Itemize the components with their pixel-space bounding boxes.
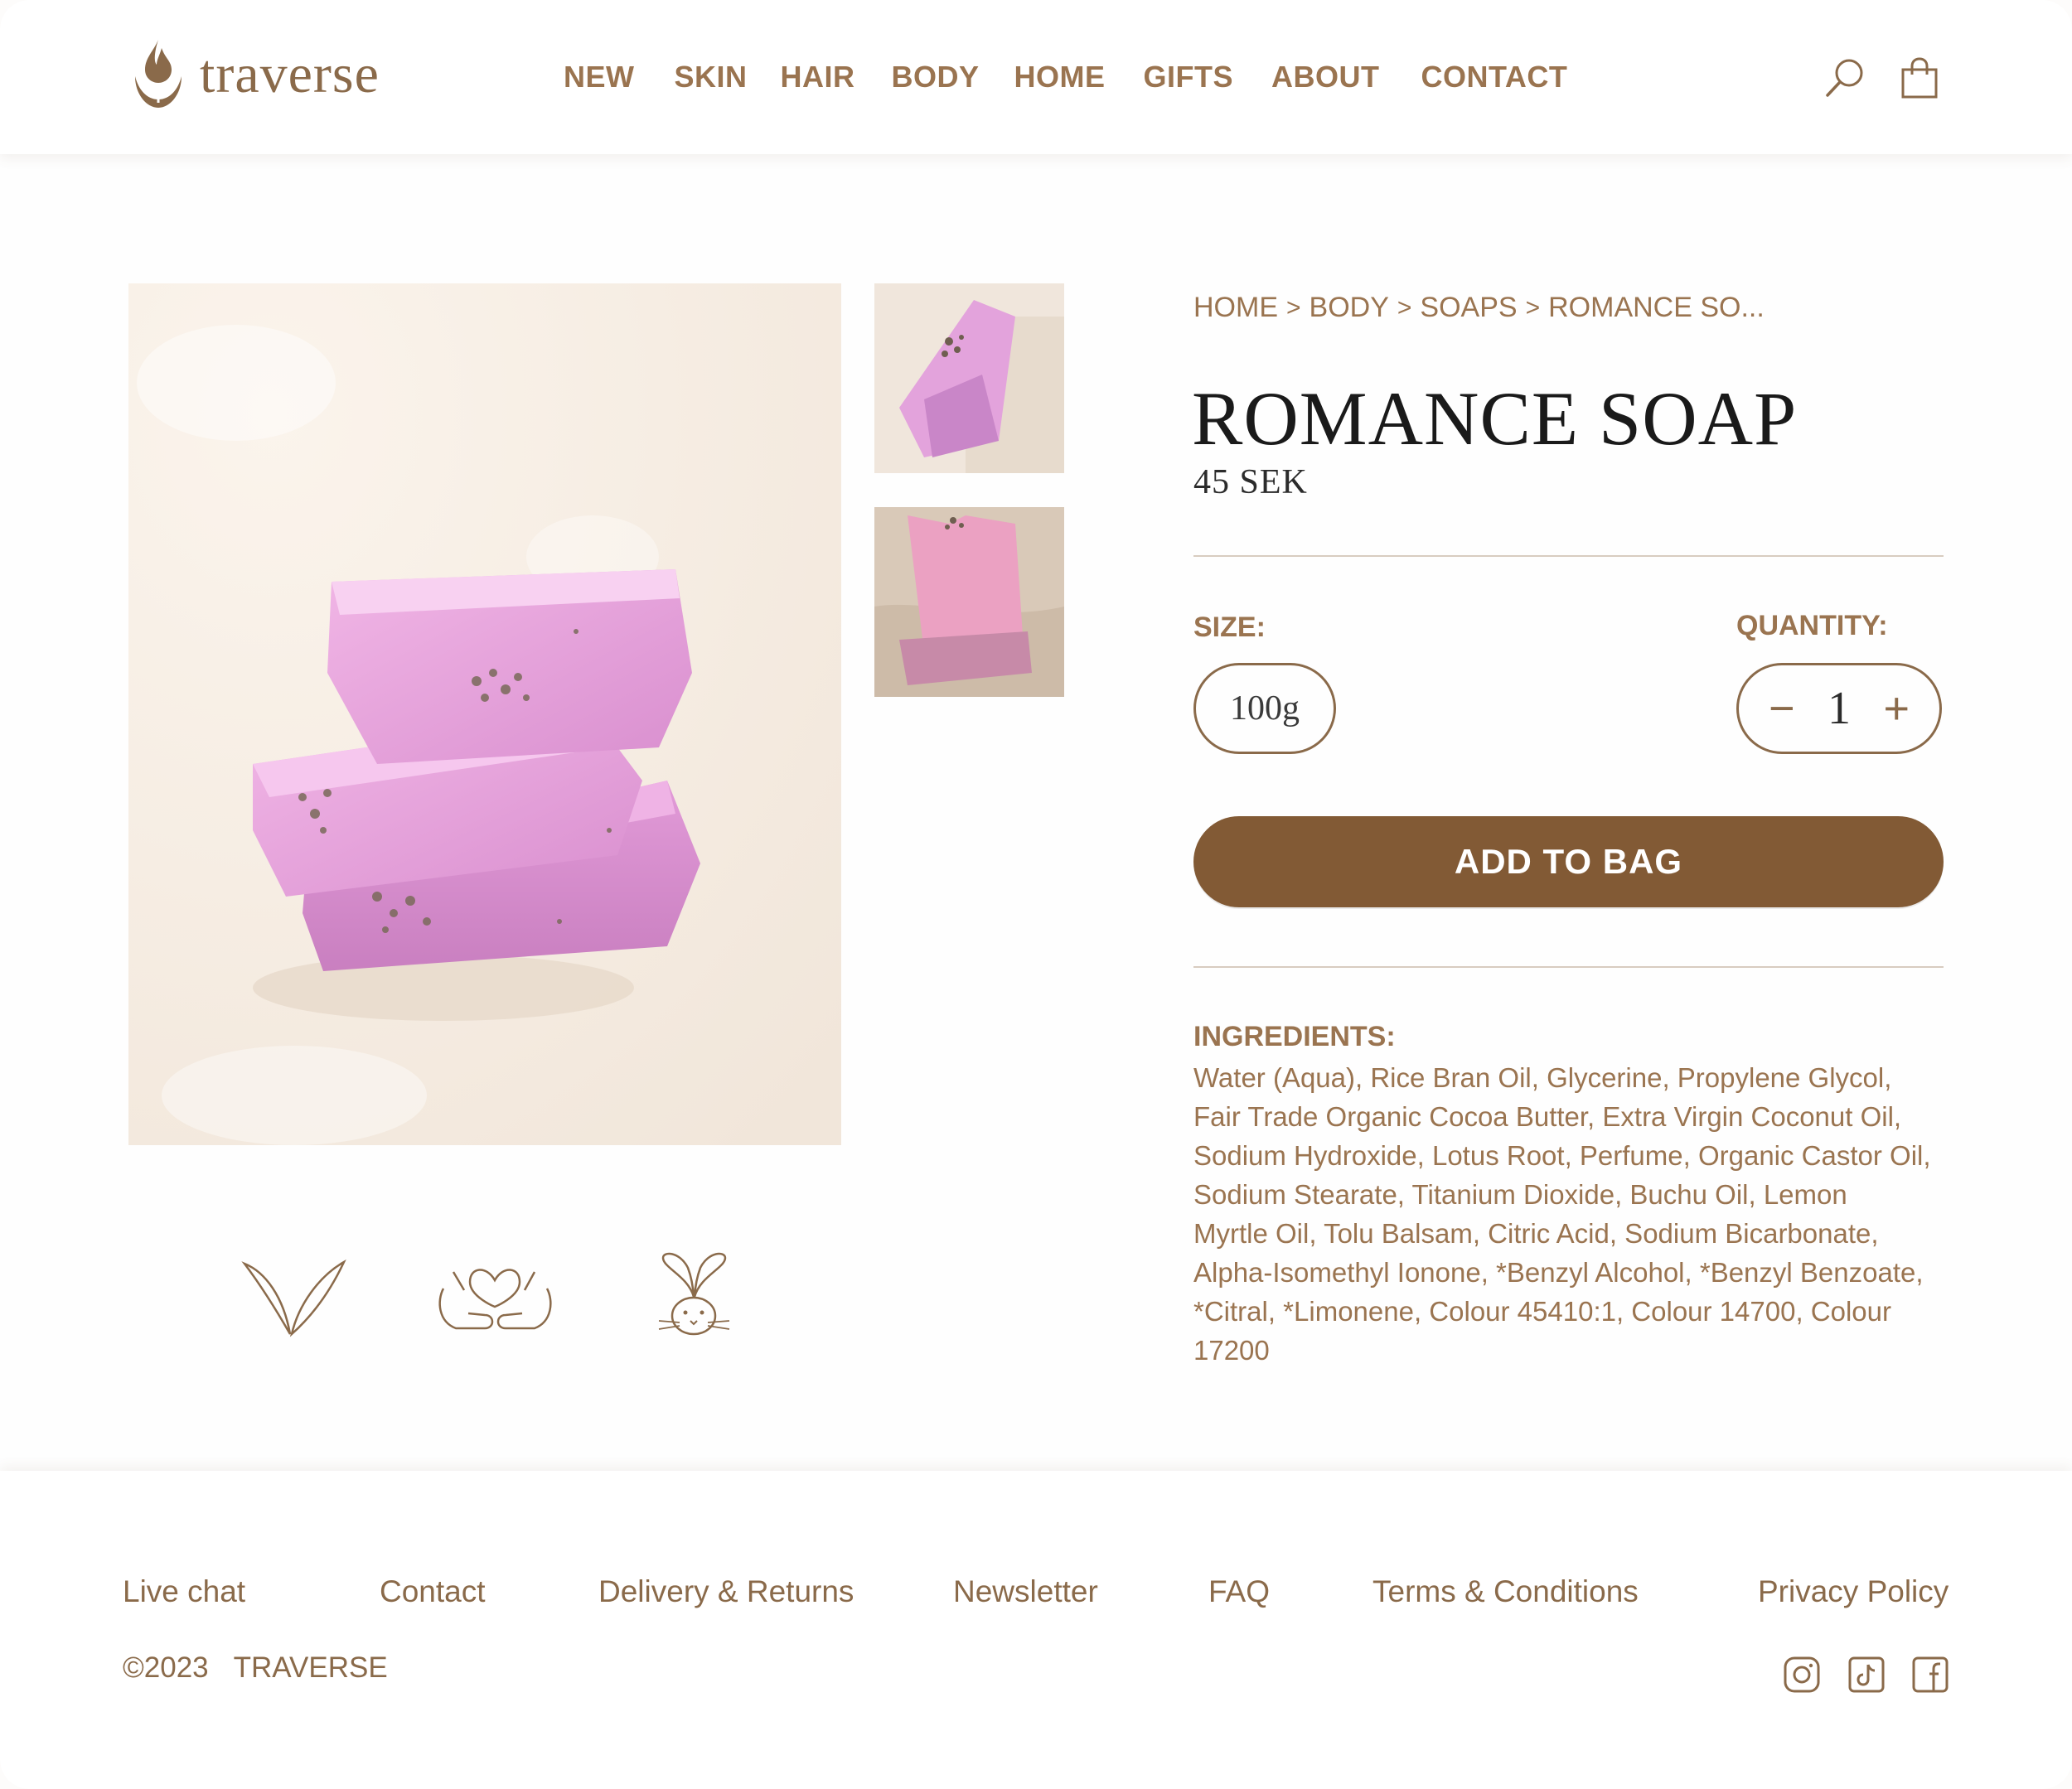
breadcrumb-home[interactable]: HOME: [1193, 292, 1278, 324]
divider: [1193, 555, 1944, 557]
copyright: ©2023 TRAVERSE: [123, 1651, 413, 1685]
ingredients-line: *Citral, *Limonene, Colour 45410:1, Colo…: [1193, 1296, 1891, 1327]
nav-body[interactable]: BODY: [892, 60, 980, 94]
quantity-label: QUANTITY:: [1736, 610, 1888, 641]
copyright-brand: TRAVERSE: [233, 1651, 388, 1684]
add-to-bag-button[interactable]: ADD TO BAG: [1193, 816, 1944, 907]
footer-link-live-chat[interactable]: Live chat: [123, 1574, 245, 1609]
quantity-value[interactable]: 1: [1828, 682, 1851, 735]
quantity-increase-button[interactable]: +: [1883, 686, 1910, 731]
nav-about[interactable]: ABOUT: [1271, 60, 1380, 94]
vegan-leaf-icon: [241, 1259, 346, 1337]
footer-link-faq[interactable]: FAQ: [1208, 1574, 1270, 1609]
quantity-decrease-button[interactable]: −: [1769, 686, 1795, 731]
cruelty-free-bunny-icon: [658, 1252, 730, 1336]
thumb-soap-standing-photo: [874, 507, 1064, 697]
divider: [1193, 966, 1944, 968]
nav-skin[interactable]: SKIN: [675, 60, 748, 94]
site-footer: [0, 1471, 2072, 1789]
product-title: ROMANCE SOAP: [1192, 376, 1798, 461]
main-nav: NEW SKIN HAIR BODY HOME GIFTS ABOUT CONT…: [564, 60, 1567, 94]
copyright-year: ©2023: [123, 1651, 209, 1684]
ingredients-list: Water (Aqua), Rice Bran Oil, Glycerine, …: [1193, 1058, 1973, 1370]
footer-link-privacy[interactable]: Privacy Policy: [1758, 1574, 1949, 1609]
footer-link-contact[interactable]: Contact: [380, 1574, 486, 1609]
facebook-icon[interactable]: [1911, 1656, 1949, 1694]
ingredients-label: INGREDIENTS:: [1193, 1021, 1396, 1052]
tiktok-icon[interactable]: [1847, 1656, 1886, 1694]
flame-logo-icon: [135, 40, 182, 108]
logo-text: traverse: [200, 44, 380, 104]
shopping-bag-icon[interactable]: [1898, 56, 1941, 99]
breadcrumb-separator: >: [1286, 293, 1301, 322]
ingredients-line: Fair Trade Organic Cocoa Butter, Extra V…: [1193, 1101, 1902, 1132]
page: traverse NEW SKIN HAIR BODY HOME GIFTS A…: [0, 0, 2072, 1789]
size-label: SIZE:: [1193, 612, 1266, 643]
ingredients-line: Water (Aqua), Rice Bran Oil, Glycerine, …: [1193, 1062, 1892, 1093]
nav-contact[interactable]: CONTACT: [1421, 60, 1568, 94]
thumbnail-1[interactable]: [874, 283, 1064, 473]
footer-link-newsletter[interactable]: Newsletter: [953, 1574, 1098, 1609]
quantity-stepper: − 1 +: [1736, 663, 1942, 754]
nav-hair[interactable]: HAIR: [781, 60, 855, 94]
site-header: traverse NEW SKIN HAIR BODY HOME GIFTS A…: [0, 0, 2072, 154]
ingredients-line: Alpha-Isomethyl Ionone, *Benzyl Alcohol,…: [1193, 1257, 1924, 1288]
nav-gifts[interactable]: GIFTS: [1144, 60, 1234, 94]
soap-stack-photo: [128, 283, 841, 1145]
ingredients-line: Sodium Stearate, Titanium Dioxide, Buchu…: [1193, 1179, 1847, 1210]
footer-link-delivery-returns[interactable]: Delivery & Returns: [598, 1574, 854, 1609]
breadcrumb-current: ROMANCE SO...: [1548, 292, 1765, 323]
fair-trade-hands-icon: [438, 1269, 552, 1330]
main-product-image[interactable]: [128, 283, 841, 1145]
ingredients-line: 17200: [1193, 1335, 1270, 1366]
breadcrumb: HOME > BODY > SOAPS > ROMANCE SO...: [1193, 292, 1765, 324]
instagram-icon[interactable]: [1783, 1656, 1821, 1694]
breadcrumb-soaps[interactable]: SOAPS: [1420, 292, 1517, 324]
thumbnail-2[interactable]: [874, 507, 1064, 697]
thumb-soap-angle-photo: [874, 283, 1064, 473]
breadcrumb-body[interactable]: BODY: [1310, 292, 1389, 324]
breadcrumb-separator: >: [1397, 293, 1412, 322]
ingredients-line: Sodium Hydroxide, Lotus Root, Perfume, O…: [1193, 1140, 1931, 1171]
nav-new[interactable]: NEW: [564, 60, 635, 94]
search-icon[interactable]: [1823, 56, 1866, 99]
ingredients-line: Myrtle Oil, Tolu Balsam, Citric Acid, So…: [1193, 1218, 1879, 1249]
logo[interactable]: traverse: [128, 36, 380, 113]
product-price: 45 SEK: [1193, 463, 1308, 501]
nav-home[interactable]: HOME: [1014, 60, 1106, 94]
footer-link-terms[interactable]: Terms & Conditions: [1372, 1574, 1639, 1609]
breadcrumb-separator: >: [1525, 293, 1541, 322]
size-option-100g[interactable]: 100g: [1193, 663, 1336, 754]
